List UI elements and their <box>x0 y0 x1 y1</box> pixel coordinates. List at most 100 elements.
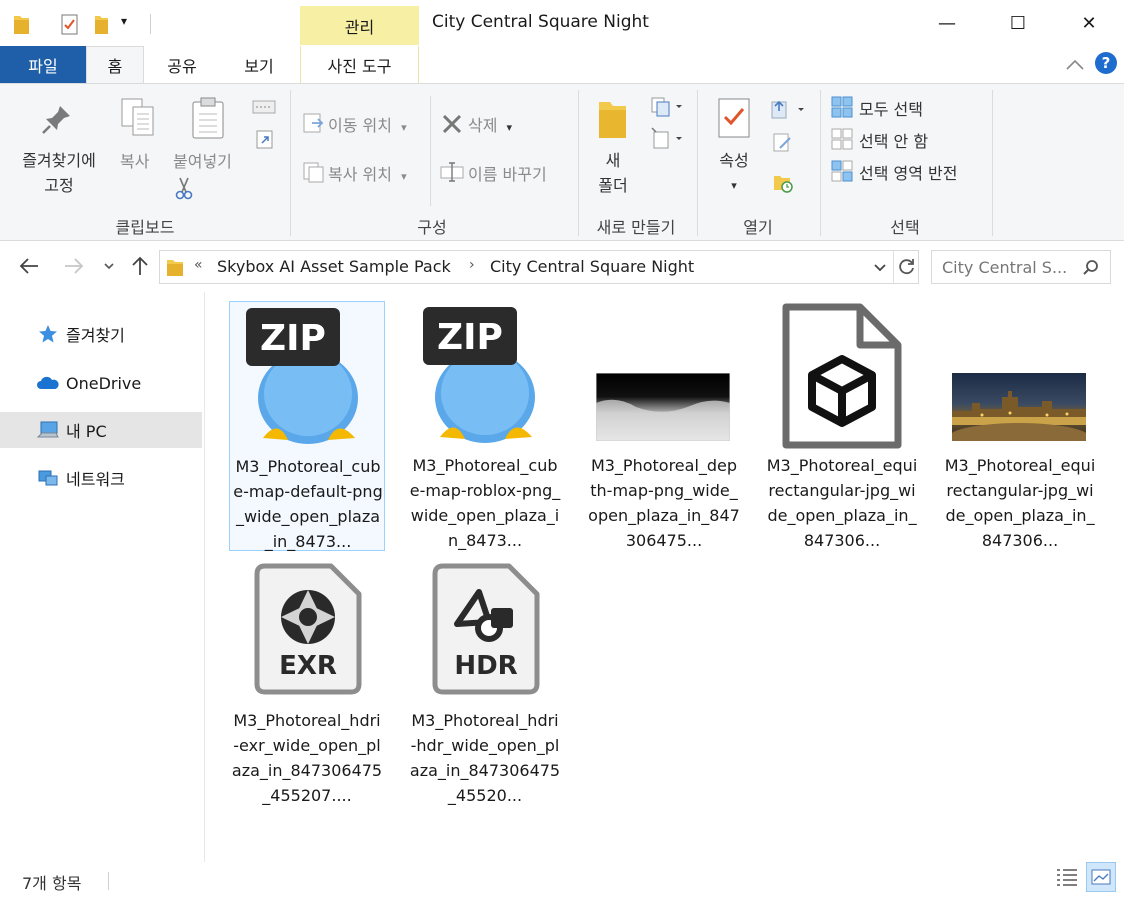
folder-icon[interactable] <box>12 12 32 36</box>
open-icon[interactable] <box>770 98 808 120</box>
new-item-icon[interactable] <box>650 96 684 118</box>
up-icon[interactable] <box>130 255 150 277</box>
file-item[interactable]: M3_Photoreal_equirectangular-jpg_wide_op… <box>764 301 920 551</box>
new-folder-icon[interactable] <box>93 12 111 36</box>
pin-label-line1: 즐겨찾기에 <box>22 151 96 170</box>
3d-file-icon <box>782 303 902 449</box>
invert-selection-button[interactable]: 선택 영역 반전 <box>859 160 958 184</box>
address-bar[interactable]: « Skybox AI Asset Sample Pack › City Cen… <box>159 250 919 284</box>
group-divider <box>820 90 821 236</box>
nav-item-network[interactable]: 네트워크 <box>0 460 202 496</box>
file-item[interactable]: M3_Photoreal_depth-map-png_wide_open_pla… <box>586 301 742 551</box>
paste-icon <box>192 97 224 139</box>
file-item[interactable]: ZIP M3_Photoreal_cube-map-default-png_wi… <box>229 301 385 551</box>
exr-badge-text: EXR <box>279 651 337 681</box>
navigation-pane: 즐겨찾기 OneDrive 내 PC 네트워크 <box>0 292 205 862</box>
address-divider <box>893 251 894 283</box>
search-icon[interactable] <box>1082 259 1100 277</box>
refresh-icon[interactable] <box>898 257 916 277</box>
file-name: M3_Photoreal_cube-map-roblox-png_wide_op… <box>409 456 561 550</box>
easy-access-icon[interactable] <box>650 126 684 150</box>
tab-home[interactable]: 홈 <box>86 46 144 83</box>
group-divider <box>290 90 291 236</box>
breadcrumb-chevron[interactable]: › <box>469 257 475 273</box>
tab-view[interactable]: 보기 <box>222 46 296 83</box>
back-icon[interactable] <box>18 256 40 276</box>
cut-icon[interactable] <box>174 176 194 200</box>
address-dropdown-icon[interactable] <box>873 262 887 274</box>
breadcrumb-overflow[interactable]: « <box>194 257 203 273</box>
recent-locations-icon[interactable] <box>103 260 115 272</box>
file-item[interactable]: M3_Photoreal_equirectangular-jpg_wide_op… <box>942 301 1098 551</box>
properties-label: 속성 <box>719 151 749 170</box>
group-label-open: 열기 <box>743 218 773 237</box>
file-item[interactable]: ZIP M3_Photoreal_cube-map-roblox-png_wid… <box>407 301 563 551</box>
group-divider <box>697 90 698 236</box>
exr-file-icon: EXR <box>254 563 362 695</box>
ribbon-tabs: 파일 홈 공유 보기 사진 도구 <box>0 46 1124 83</box>
copy-button[interactable]: 복사 <box>120 148 149 172</box>
customize-toolbar-caret[interactable]: ▾ <box>121 14 127 38</box>
nav-label: OneDrive <box>66 373 142 393</box>
star-icon <box>39 325 57 343</box>
search-input[interactable] <box>932 251 1082 283</box>
panorama-photo-thumbnail <box>952 373 1086 441</box>
close-button[interactable]: ✕ <box>1066 0 1112 46</box>
zip-badge-text: ZIP <box>260 318 326 359</box>
group-label-new: 새로 만들기 <box>596 218 676 237</box>
copy-to-label: 복사 위치 <box>328 165 392 184</box>
group-label-organize: 구성 <box>417 218 447 237</box>
title-bar: ▾ 관리 City Central Square Night — ☐ ✕ <box>0 0 1124 48</box>
paste-shortcut-icon[interactable] <box>255 128 275 150</box>
rename-button[interactable]: 이름 바꾸기 <box>468 161 547 185</box>
hdr-badge-text: HDR <box>454 651 517 681</box>
forward-icon[interactable] <box>63 256 85 276</box>
minimize-button[interactable]: — <box>924 0 970 46</box>
copy-path-icon[interactable] <box>252 98 276 116</box>
toolbar-divider <box>150 14 151 34</box>
select-none-button[interactable]: 선택 안 함 <box>859 128 928 152</box>
group-label-clipboard: 클립보드 <box>115 218 175 237</box>
search-box[interactable] <box>931 250 1111 284</box>
tab-share[interactable]: 공유 <box>150 46 214 83</box>
move-to-icon <box>303 113 324 133</box>
select-none-icon <box>831 128 853 150</box>
details-view-icon[interactable] <box>1055 866 1079 890</box>
hdr-file-icon: HDR <box>432 563 540 695</box>
file-item[interactable]: EXR M3_Photoreal_hdri-exr_wide_open_plaz… <box>229 556 385 806</box>
select-all-button[interactable]: 모두 선택 <box>859 96 923 120</box>
maximize-button[interactable]: ☐ <box>995 0 1041 46</box>
tab-file[interactable]: 파일 <box>0 46 86 83</box>
item-count: 7개 항목 <box>22 874 82 893</box>
computer-icon <box>37 421 59 438</box>
group-label-select: 선택 <box>890 218 920 237</box>
new-folder-label-line2: 폴더 <box>598 176 628 195</box>
breadcrumb-current[interactable]: City Central Square Night <box>490 257 694 276</box>
paste-button[interactable]: 붙여넣기 <box>173 148 232 172</box>
nav-item-quick-access[interactable]: 즐겨찾기 <box>0 316 202 352</box>
delete-label: 삭제 <box>468 116 498 135</box>
help-icon[interactable]: ? <box>1095 52 1117 74</box>
nav-label: 즐겨찾기 <box>66 326 125 345</box>
file-item[interactable]: HDR M3_Photoreal_hdri-hdr_wide_open_plaz… <box>407 556 563 806</box>
history-icon[interactable] <box>772 172 794 194</box>
new-folder-button[interactable]: 새 폴더 <box>593 148 633 198</box>
move-to-button[interactable]: 이동 위치 ▾ <box>328 112 407 136</box>
large-icons-view-button[interactable] <box>1086 862 1116 892</box>
group-divider <box>992 90 993 236</box>
nav-item-this-pc[interactable]: 내 PC <box>0 412 202 448</box>
properties-button[interactable]: 속성 ▾ <box>712 148 756 198</box>
collapse-ribbon-icon[interactable] <box>1065 58 1085 72</box>
depth-map-thumbnail <box>596 373 730 441</box>
edit-icon[interactable] <box>772 132 794 154</box>
delete-button[interactable]: 삭제 ▾ <box>468 112 512 136</box>
network-icon <box>38 470 58 486</box>
breadcrumb-skybox-pack[interactable]: Skybox AI Asset Sample Pack <box>217 257 451 276</box>
file-name: M3_Photoreal_hdri-hdr_wide_open_plaza_in… <box>409 711 561 805</box>
tab-photo-tools[interactable]: 사진 도구 <box>300 46 419 83</box>
pin-to-quick-access-button[interactable]: 즐겨찾기에 고정 <box>12 148 106 198</box>
window-title: City Central Square Night <box>432 12 649 32</box>
properties-icon[interactable] <box>60 12 80 36</box>
copy-to-button[interactable]: 복사 위치 ▾ <box>328 161 407 185</box>
nav-item-onedrive[interactable]: OneDrive <box>0 365 202 401</box>
